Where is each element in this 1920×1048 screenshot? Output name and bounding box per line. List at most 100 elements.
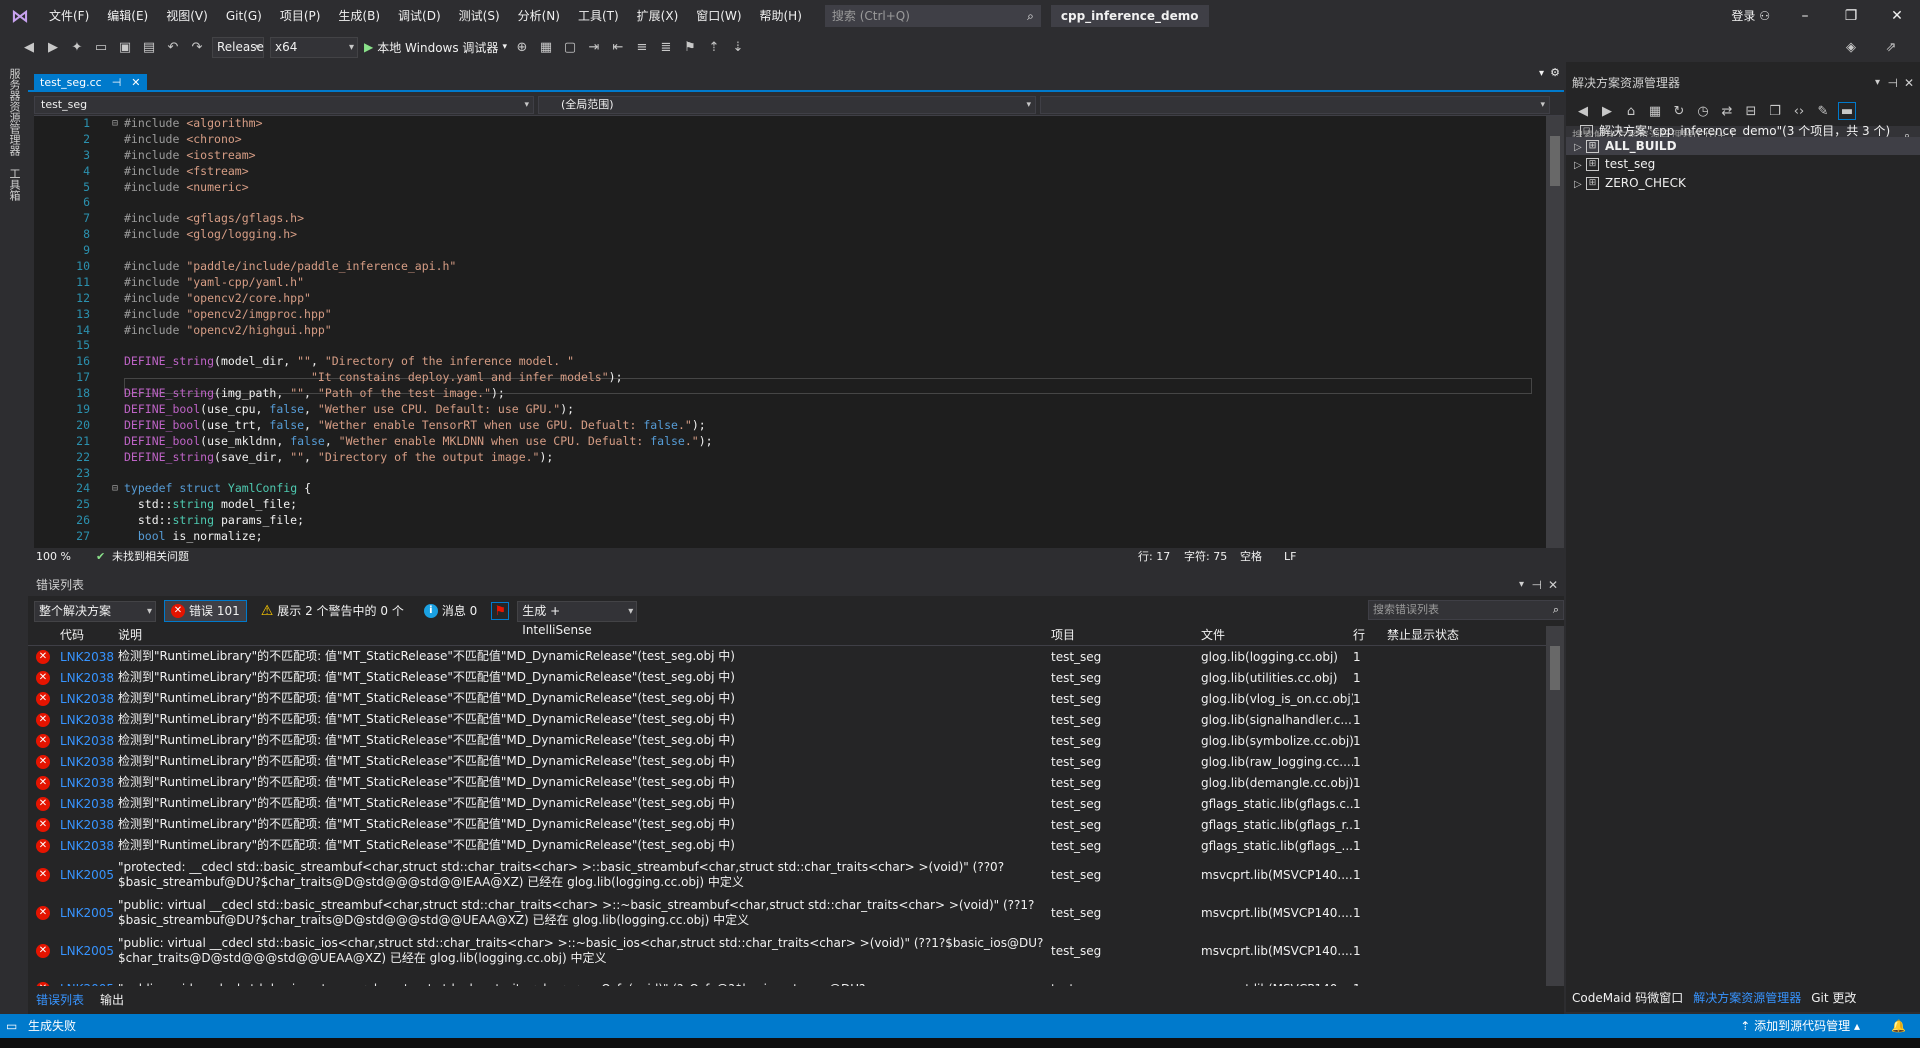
code-line[interactable]: 6	[34, 195, 1546, 211]
code-line[interactable]: 3 #include <iostream>	[34, 148, 1546, 164]
tree-item-test-seg[interactable]: ▷ ⊞ test_seg	[1566, 155, 1920, 173]
error-row[interactable]: ✕ LNK2038 检测到"RuntimeLibrary"的不匹配项: 值"MT_S…	[28, 688, 1546, 709]
tab-output[interactable]: 输出	[100, 988, 124, 1012]
dropdown-icon[interactable]: ▾	[1519, 574, 1524, 596]
code-line[interactable]: 22 DEFINE_string(save_dir, "", "Directory…	[34, 450, 1546, 466]
scope-filter-select[interactable]: 整个解决方案	[34, 600, 156, 622]
errors-filter-button[interactable]: ✕ 错误 101	[164, 600, 247, 622]
code-line[interactable]: 18 DEFINE_string(img_path, "", "Path of t…	[34, 386, 1546, 402]
dropdown-icon[interactable]: ▾	[1875, 72, 1880, 94]
code-line[interactable]: 13 #include "opencv2/imgproc.hpp"	[34, 307, 1546, 323]
settings-gear-icon[interactable]: ⚙	[1550, 66, 1560, 79]
next-bookmark-icon[interactable]: ⇣	[729, 38, 747, 56]
error-code[interactable]: LNK2038	[58, 755, 118, 769]
expand-arrow-icon[interactable]: ▷	[1574, 176, 1586, 194]
code-line[interactable]: 26 std::string params_file;	[34, 513, 1546, 529]
comment-icon[interactable]: ≡	[633, 38, 651, 56]
pin-icon[interactable]: ⊣	[1532, 574, 1542, 596]
open-folder-icon[interactable]: ▭	[92, 38, 110, 56]
error-row[interactable]: ✕ LNK2005 "public: virtual __cdecl std::ba…	[28, 894, 1546, 932]
properties-wrench-icon[interactable]: ✎	[1814, 102, 1832, 120]
error-code[interactable]: LNK2038	[58, 650, 118, 664]
collapse-all-icon[interactable]: ⊟	[1742, 102, 1760, 120]
error-code[interactable]: LNK2038	[58, 713, 118, 727]
code-line[interactable]: 25 std::string model_file;	[34, 497, 1546, 513]
sync-icon[interactable]: ⇄	[1718, 102, 1736, 120]
outdent-icon[interactable]: ⇤	[609, 38, 627, 56]
code-view-icon[interactable]: ‹›	[1790, 102, 1808, 120]
col-header-suppression[interactable]: 禁止显示状态	[1387, 626, 1546, 645]
menu-item[interactable]: 项目(P)	[271, 0, 330, 32]
menu-item[interactable]: 视图(V)	[157, 0, 217, 32]
save-icon[interactable]: ▣	[116, 38, 134, 56]
code-editor[interactable]: 1 ⊟ #include <algorithm> 2 #include <chrono>…	[34, 116, 1546, 548]
expand-arrow-icon[interactable]: ▷	[1574, 157, 1586, 175]
messages-filter-button[interactable]: i 消息 0	[418, 600, 483, 622]
build-intellisense-select[interactable]: 生成 + IntelliSense	[517, 600, 638, 637]
code-line[interactable]: 17 "It constains deploy.yaml and infer m…	[34, 370, 1546, 386]
error-row[interactable]: ✕ LNK2038 检测到"RuntimeLibrary"的不匹配项: 值"MT_S…	[28, 814, 1546, 835]
code-line[interactable]: 4 #include <fstream>	[34, 164, 1546, 180]
menu-item[interactable]: 工具(T)	[569, 0, 628, 32]
menu-item[interactable]: 扩展(X)	[628, 0, 688, 32]
live-share-icon[interactable]: ⇗	[1882, 38, 1900, 56]
server-explorer-tab[interactable]: 服务器资源管理器	[0, 62, 22, 162]
login-button[interactable]: 登录 ⚇	[1731, 0, 1770, 32]
col-header-line[interactable]: 行	[1353, 626, 1387, 645]
tab-git-changes[interactable]: Git 更改	[1811, 986, 1856, 1010]
error-code[interactable]: LNK2005	[58, 906, 118, 920]
error-code[interactable]: LNK2005	[58, 868, 118, 882]
scrollbar-thumb[interactable]	[1550, 646, 1560, 690]
error-row[interactable]: ✕ LNK2038 检测到"RuntimeLibrary"的不匹配项: 值"MT_S…	[28, 709, 1546, 730]
restore-icon[interactable]: ❐	[1828, 0, 1874, 32]
code-line[interactable]: 2 #include <chrono>	[34, 132, 1546, 148]
error-row[interactable]: ✕ LNK2005 "protected: __cdecl std::basic_s…	[28, 856, 1546, 894]
warnings-filter-button[interactable]: ⚠ 展示 2 个警告中的 0 个	[255, 600, 410, 622]
code-line[interactable]: 12 #include "opencv2/core.hpp"	[34, 291, 1546, 307]
pin-icon[interactable]: ⊣	[1888, 72, 1898, 94]
error-row[interactable]: ✕ LNK2038 检测到"RuntimeLibrary"的不匹配项: 值"MT_S…	[28, 835, 1546, 856]
indent-icon[interactable]: ⇥	[585, 38, 603, 56]
menu-item[interactable]: 窗口(W)	[687, 0, 750, 32]
code-line[interactable]: 11 #include "yaml-cpp/yaml.h"	[34, 275, 1546, 291]
code-line[interactable]: 7 #include <gflags/gflags.h>	[34, 211, 1546, 227]
col-header-code[interactable]: 代码	[58, 626, 118, 645]
browse-icon[interactable]: ▦	[537, 38, 555, 56]
menu-item[interactable]: 文件(F)	[40, 0, 98, 32]
issues-status[interactable]: 未找到相关问题	[112, 548, 189, 566]
error-code[interactable]: LNK2005	[58, 944, 118, 958]
editor-scrollbar[interactable]	[1546, 116, 1564, 548]
menu-item[interactable]: 分析(N)	[509, 0, 569, 32]
zoom-level[interactable]: 100 %	[36, 548, 71, 566]
visual-studio-logo-icon[interactable]: ⋈	[0, 0, 40, 32]
close-panel-icon[interactable]: ✕	[1548, 574, 1558, 596]
code-line[interactable]: 19 DEFINE_bool(use_cpu, false, "Wether us…	[34, 402, 1546, 418]
configuration-select[interactable]: Release	[212, 36, 264, 58]
error-code[interactable]: LNK2038	[58, 797, 118, 811]
minimize-icon[interactable]: –	[1782, 0, 1828, 32]
code-line[interactable]: 20 DEFINE_bool(use_trt, false, "Wether en…	[34, 418, 1546, 434]
error-code[interactable]: LNK2038	[58, 671, 118, 685]
error-code[interactable]: LNK2005	[58, 982, 118, 986]
whitespace-indicator[interactable]: 空格	[1240, 548, 1262, 566]
fold-icon[interactable]: ⊟	[112, 481, 118, 497]
uncomment-icon[interactable]: ≣	[657, 38, 675, 56]
search-input[interactable]: 搜索 (Ctrl+Q) ⌕	[824, 5, 1041, 27]
error-row[interactable]: ✕ LNK2038 检测到"RuntimeLibrary"的不匹配项: 值"MT_S…	[28, 751, 1546, 772]
error-row[interactable]: ✕ LNK2005"public: void __cdecl std::basic…	[28, 970, 1546, 986]
history-icon[interactable]: ◷	[1694, 102, 1712, 120]
add-to-source-control-button[interactable]: ⇡ 添加到源代码管理 ▴	[1740, 1014, 1860, 1038]
tab-solution-explorer[interactable]: 解决方案资源管理器	[1693, 986, 1801, 1010]
code-line[interactable]: 14 #include "opencv2/highgui.hpp"	[34, 323, 1546, 339]
eol-indicator[interactable]: LF	[1284, 548, 1296, 566]
menu-item[interactable]: 测试(S)	[450, 0, 509, 32]
tab-error-list[interactable]: 错误列表	[36, 988, 84, 1012]
code-line[interactable]: 21 DEFINE_bool(use_mkldnn, false, "Wether…	[34, 434, 1546, 450]
start-debugger-button[interactable]: ▶ 本地 Windows 调试器 ▾	[364, 39, 507, 56]
error-row[interactable]: ✕ LNK2038 检测到"RuntimeLibrary"的不匹配项: 值"MT_S…	[28, 667, 1546, 688]
forward-icon[interactable]: ▶	[1598, 102, 1616, 120]
tree-item-zero-check[interactable]: ▷ ⊞ ZERO_CHECK	[1566, 174, 1920, 192]
error-code[interactable]: LNK2038	[58, 839, 118, 853]
code-line[interactable]: 15	[34, 338, 1546, 354]
error-code[interactable]: LNK2038	[58, 692, 118, 706]
